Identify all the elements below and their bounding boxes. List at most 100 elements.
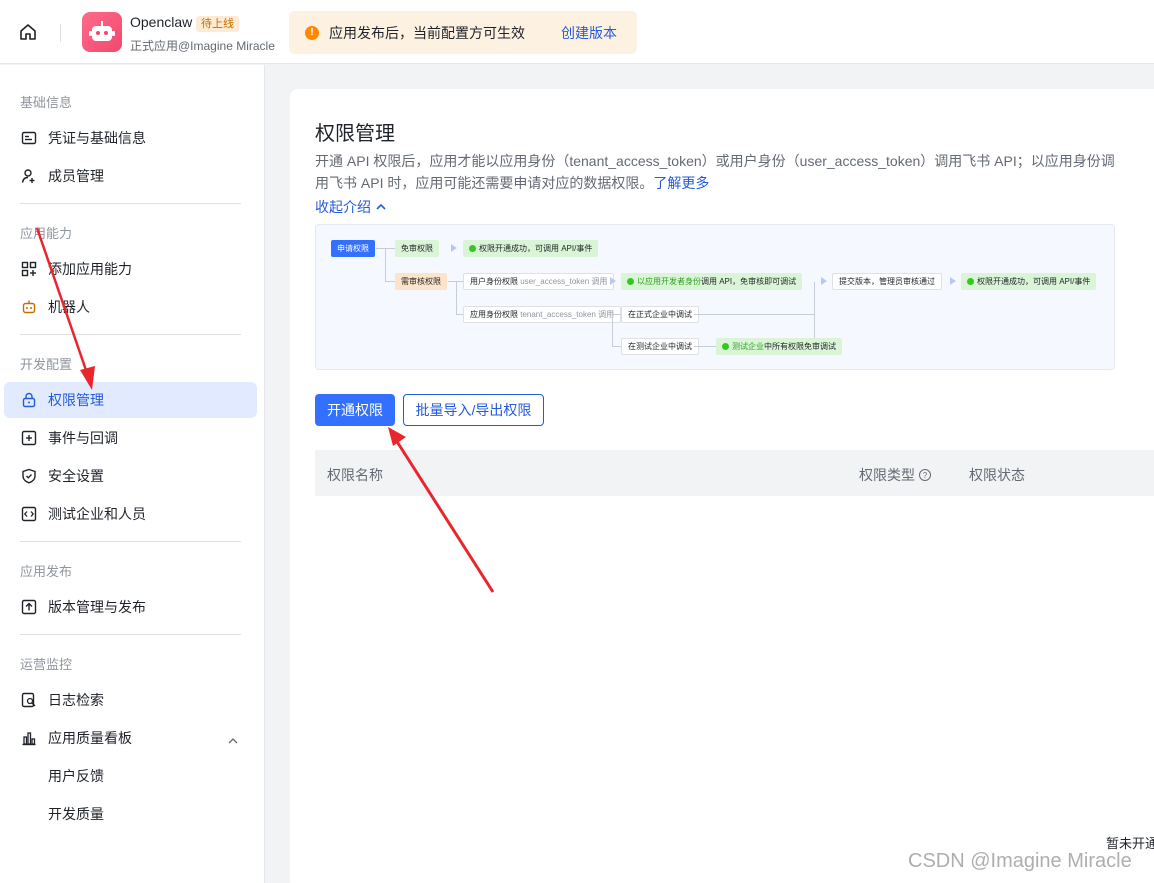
home-icon[interactable]	[16, 20, 40, 44]
create-version-link[interactable]: 创建版本	[561, 23, 617, 43]
sidebar-item-label: 版本管理与发布	[48, 599, 146, 615]
flow-test-debug: 在测试企业中调试	[621, 338, 699, 355]
lock-icon	[20, 391, 38, 409]
flow-dev-debug-prefix: 以应用开发者身份	[637, 277, 701, 286]
flow-submit: 提交版本，管理员审核通过	[832, 273, 942, 290]
flow-user-token: user_access_token 调用	[520, 277, 608, 286]
connector	[814, 282, 815, 346]
flow-test-all-prefix: 测试企业	[732, 342, 764, 351]
arrow-icon	[610, 277, 616, 285]
sidebar-item-dev-quality[interactable]: 开发质量	[4, 796, 257, 832]
sidebar-item-label: 测试企业和人员	[48, 506, 146, 522]
section-title: 应用发布	[20, 564, 73, 579]
flow-apply: 申请权限	[331, 240, 375, 257]
section-title: 基础信息	[20, 95, 73, 110]
sidebar-item-label: 凭证与基础信息	[48, 130, 146, 146]
id-card-icon	[20, 129, 38, 147]
divider	[20, 203, 241, 204]
connector	[385, 248, 386, 281]
flow-success-2: 权限开通成功，可调用 API/事件	[961, 273, 1097, 290]
connector	[694, 346, 716, 347]
check-icon	[469, 245, 476, 252]
flow-app-identity-text: 应用身份权限	[470, 310, 518, 319]
sidebar-item-quality-board[interactable]: 应用质量看板	[4, 720, 257, 756]
description-text: 开通 API 权限后，应用才能以应用身份（tenant_access_token…	[315, 153, 1115, 191]
section-title: 开发配置	[20, 357, 73, 372]
sidebar-item-test-tenants[interactable]: 测试企业和人员	[4, 496, 257, 532]
col-permission-status: 权限状态	[969, 467, 1025, 483]
upload-icon	[20, 598, 38, 616]
shield-icon	[20, 467, 38, 485]
flow-test-all: 测试企业中所有权限免审调试	[716, 338, 842, 355]
code-icon	[20, 505, 38, 523]
sidebar-item-logs[interactable]: 日志检索	[4, 682, 257, 718]
sidebar-item-members[interactable]: 成员管理	[4, 158, 257, 194]
chevron-up-icon[interactable]	[227, 733, 239, 751]
permissions-table-header: 权限名称 权限类型? 权限状态	[315, 450, 1154, 496]
page-title: 权限管理	[315, 123, 395, 145]
divider	[20, 541, 241, 542]
sidebar-item-events[interactable]: 事件与回调	[4, 420, 257, 456]
learn-more-link[interactable]: 了解更多	[653, 175, 709, 191]
divider	[20, 634, 241, 635]
sidebar-item-bot[interactable]: 机器人	[4, 289, 257, 325]
sidebar-item-label: 添加应用能力	[48, 261, 132, 277]
flow-user-identity-text: 用户身份权限	[470, 277, 518, 286]
flow-user-identity: 用户身份权限 user_access_token 调用	[463, 273, 615, 290]
flow-success: 权限开通成功，可调用 API/事件	[463, 240, 599, 257]
flow-prod-debug: 在正式企业中调试	[621, 306, 699, 323]
collapse-label: 收起介绍	[315, 199, 371, 215]
connector	[456, 281, 457, 314]
check-icon	[722, 343, 729, 350]
enable-permission-button[interactable]: 开通权限	[315, 394, 395, 426]
user-add-icon	[20, 167, 38, 185]
sidebar-item-versions[interactable]: 版本管理与发布	[4, 589, 257, 625]
bar-chart-icon	[20, 729, 38, 747]
sidebar-item-label: 权限管理	[48, 392, 104, 408]
section-title: 应用能力	[20, 226, 73, 241]
collapse-intro-link[interactable]: 收起介绍	[315, 197, 387, 217]
sidebar-item-security[interactable]: 安全设置	[4, 458, 257, 494]
permission-flow-diagram: 申请权限 免审权限 权限开通成功，可调用 API/事件 需审核权限 用户身份权限…	[315, 224, 1115, 370]
col-permission-name: 权限名称	[327, 467, 383, 483]
section-title: 运营监控	[20, 657, 73, 672]
flow-no-review: 免审权限	[395, 240, 439, 257]
warning-icon: !	[305, 25, 319, 40]
notice-text: 应用发布后，当前配置方可生效	[329, 24, 525, 41]
sidebar-item-label: 成员管理	[48, 168, 104, 184]
sidebar-item-credentials[interactable]: 凭证与基础信息	[4, 120, 257, 156]
app-subtitle: 正式应用@Imagine Miracle	[130, 39, 275, 53]
sidebar-item-add-capability[interactable]: 添加应用能力	[4, 251, 257, 287]
sidebar-item-feedback[interactable]: 用户反馈	[4, 758, 257, 794]
sidebar-item-label: 事件与回调	[48, 430, 118, 446]
flow-success-text: 权限开通成功，可调用 API/事件	[479, 244, 593, 253]
flow-dev-debug: 以应用开发者身份调用 API，免审核即可调试	[621, 273, 803, 290]
batch-import-export-button[interactable]: 批量导入/导出权限	[403, 394, 544, 426]
app-name: Openclaw	[130, 14, 193, 30]
connector	[612, 314, 613, 346]
app-logo	[82, 12, 122, 52]
sidebar-item-permissions[interactable]: 权限管理	[4, 382, 257, 418]
log-search-icon	[20, 691, 38, 709]
arrow-icon	[451, 244, 457, 252]
flow-app-identity: 应用身份权限 tenant_access_token 调用	[463, 306, 622, 323]
flow-dev-debug-suffix: 调用 API，免审核即可调试	[701, 277, 797, 286]
event-icon	[20, 429, 38, 447]
connector	[612, 346, 621, 347]
sidebar-item-label: 日志检索	[48, 692, 104, 708]
col-permission-type: 权限类型?	[859, 465, 931, 485]
flow-need-review: 需审核权限	[395, 273, 447, 290]
sidebar-item-label: 安全设置	[48, 468, 104, 484]
flow-success-text: 权限开通成功，可调用 API/事件	[977, 277, 1091, 286]
divider	[20, 334, 241, 335]
top-bar: Openclaw 待上线 正式应用@Imagine Miracle ! 应用发布…	[0, 0, 1154, 64]
flow-tenant-token: tenant_access_token 调用	[520, 310, 615, 319]
help-icon[interactable]: ?	[919, 469, 931, 481]
sidebar-item-label: 用户反馈	[48, 768, 104, 784]
flow-test-all-suffix: 中所有权限免审调试	[764, 342, 836, 351]
sidebar-item-label: 开发质量	[48, 806, 104, 822]
arrow-icon	[821, 277, 827, 285]
check-icon	[967, 278, 974, 285]
robot-icon	[20, 298, 38, 316]
connector	[456, 314, 463, 315]
